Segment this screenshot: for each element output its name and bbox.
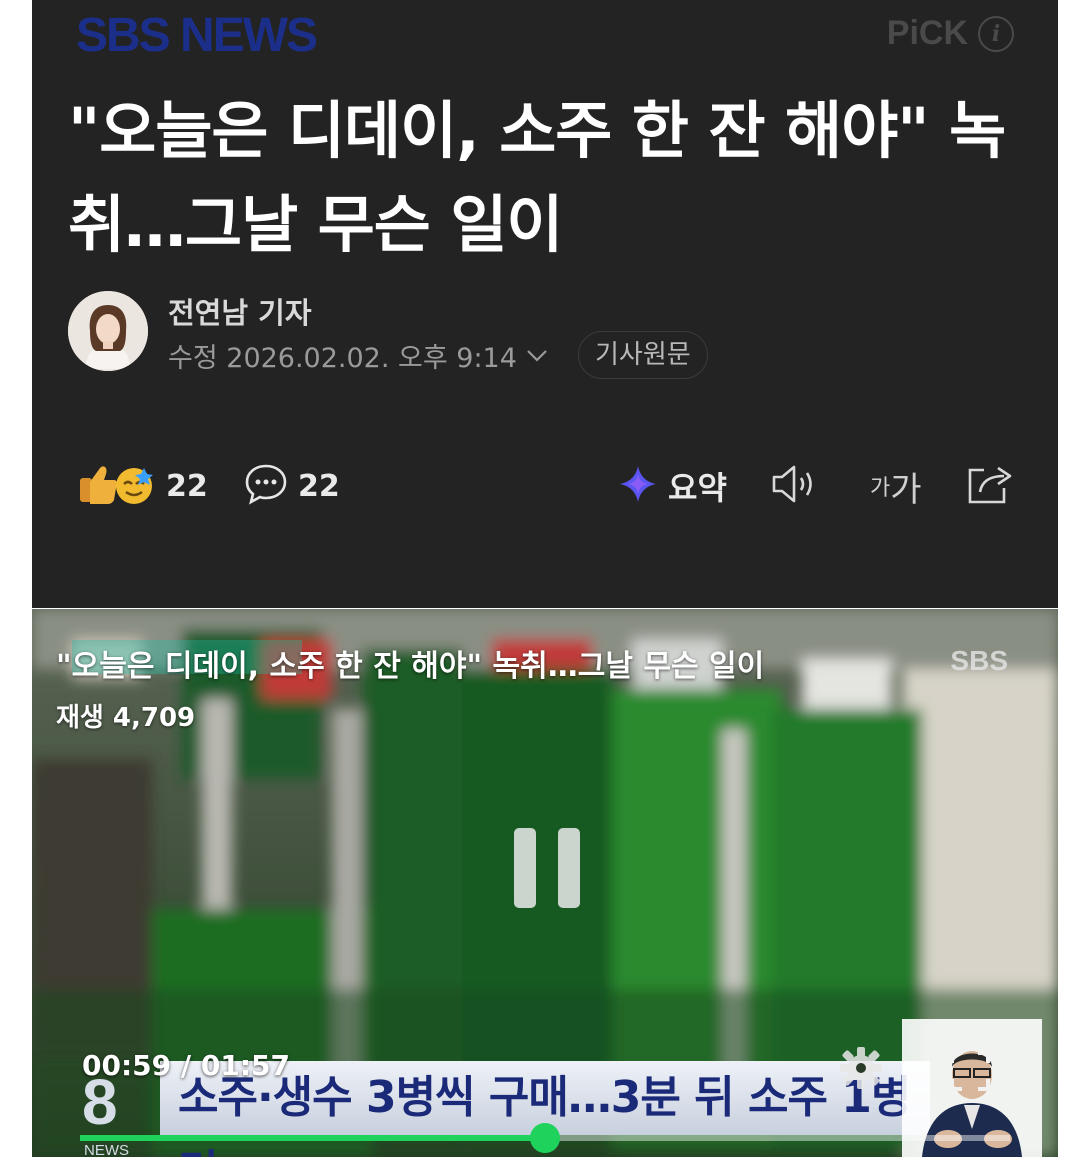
summary-button[interactable]: 요약 xyxy=(618,458,727,514)
playback-time: 00:59 / 01:57 xyxy=(82,1049,290,1082)
speaker-icon xyxy=(770,462,820,510)
font-large-glyph: 가 xyxy=(890,469,922,510)
comment-button[interactable]: 22 xyxy=(244,458,340,514)
comment-bubble-icon xyxy=(244,462,288,510)
reaction-button[interactable]: 22 xyxy=(76,458,208,514)
share-icon xyxy=(966,462,1014,510)
summary-label: 요약 xyxy=(668,469,727,507)
reaction-emoji-icon xyxy=(76,462,156,510)
reporter-avatar[interactable] xyxy=(68,291,148,371)
pick-label: PiCK xyxy=(886,14,968,52)
reporter-name[interactable]: 전연남 기자 xyxy=(168,290,312,332)
ai-summary-icon xyxy=(618,464,658,508)
pick-badge[interactable]: PiCK i xyxy=(887,14,1014,53)
modified-date[interactable]: 수정 2026.02.02. 오후 9:14 xyxy=(168,336,549,375)
text-to-speech-button[interactable] xyxy=(770,458,820,514)
settings-gear-icon[interactable] xyxy=(838,1045,884,1095)
sbs-news-logo[interactable]: SBS NEWS xyxy=(76,8,318,64)
channel-logo-sub: NEWS xyxy=(84,1142,129,1157)
info-icon[interactable]: i xyxy=(978,15,1014,52)
pause-bar-left xyxy=(514,828,536,908)
original-article-button[interactable]: 기사원문 xyxy=(578,331,708,379)
fullscreen-icon[interactable] xyxy=(948,1049,992,1097)
video-title: "오늘은 디데이, 소주 한 잔 해야" 녹취…그날 무슨 일이 xyxy=(56,649,765,684)
reaction-count: 22 xyxy=(166,468,208,504)
modified-date-text: 수정 2026.02.02. 오후 9:14 xyxy=(168,343,517,374)
pause-button[interactable] xyxy=(514,828,580,908)
article-header: SBS NEWS PiCK i "오늘은 디데이, 소주 한 잔 해야" 녹취…… xyxy=(32,0,1058,608)
font-small-glyph: 가 xyxy=(870,476,891,501)
comment-count: 22 xyxy=(298,468,340,504)
chevron-down-icon[interactable] xyxy=(525,340,549,371)
pause-bar-right xyxy=(558,828,580,908)
progress-fill xyxy=(80,1135,545,1141)
progress-knob[interactable] xyxy=(530,1123,560,1153)
view-count: 재생 4,709 xyxy=(56,703,196,733)
font-size-button[interactable]: 가가 xyxy=(870,458,922,514)
share-button[interactable] xyxy=(966,458,1014,514)
video-player[interactable]: "오늘은 디데이, 소주 한 잔 해야" 녹취…그날 무슨 일이 SBS 재생 … xyxy=(32,609,1058,1157)
article-headline: "오늘은 디데이, 소주 한 잔 해야" 녹취…그날 무슨 일이 xyxy=(68,94,1006,261)
article-action-bar: 22 22 요약 가 가 xyxy=(32,458,1058,514)
sbs-watermark: SBS xyxy=(950,645,1008,676)
